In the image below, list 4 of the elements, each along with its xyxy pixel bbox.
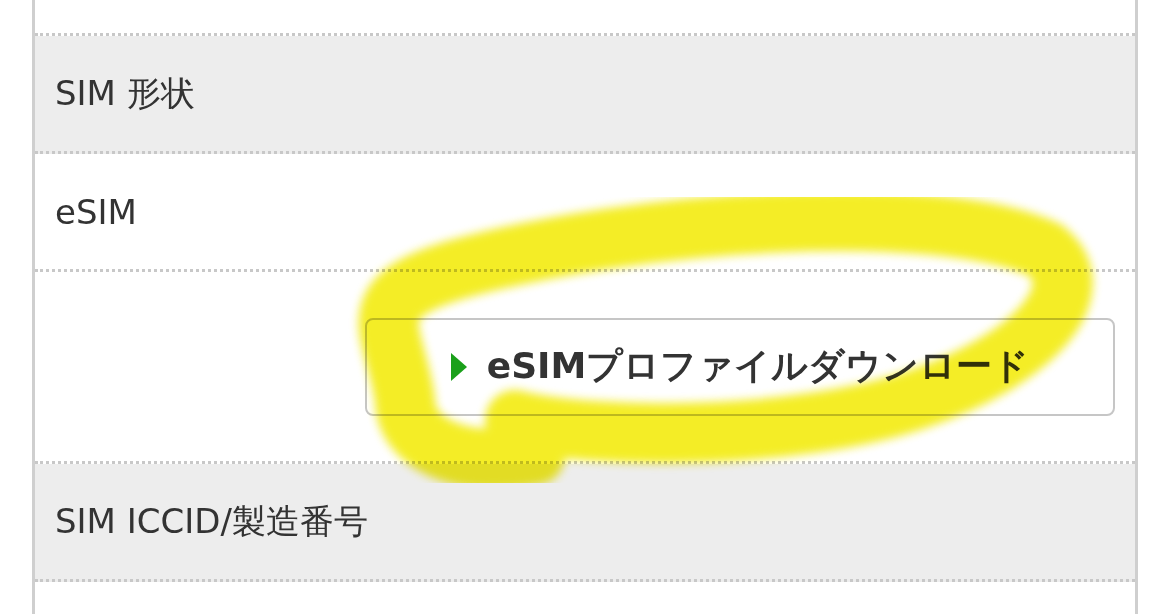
field-value: eSIM [55, 191, 137, 232]
section-heading: SIM ICCID/製造番号 [55, 499, 368, 543]
section-heading: SIM 形状 [55, 71, 195, 115]
play-icon [450, 352, 467, 381]
